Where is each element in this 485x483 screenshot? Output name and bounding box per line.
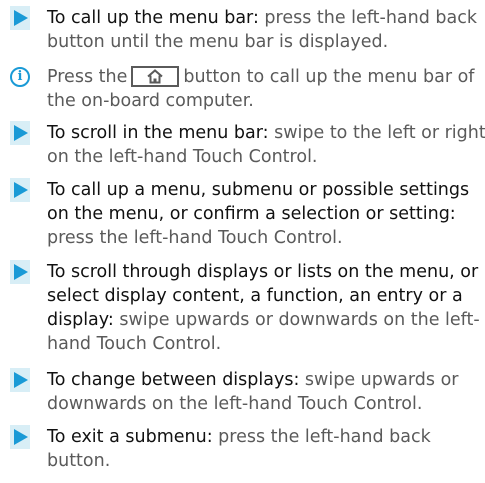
step-marker bbox=[10, 178, 30, 202]
triangle-arrow-icon bbox=[14, 372, 28, 388]
step-marker bbox=[10, 425, 30, 449]
instruction-step: To scroll in the menu bar: swipe to the … bbox=[10, 121, 485, 169]
instruction-step: To call up a menu, submenu or possible s… bbox=[10, 178, 485, 250]
triangle-arrow-icon bbox=[14, 10, 28, 26]
step-lead: To call up a menu, submenu or possible s… bbox=[47, 180, 470, 224]
note-text-before: Press the bbox=[47, 67, 128, 87]
triangle-arrow-icon bbox=[14, 264, 28, 280]
home-icon bbox=[147, 69, 163, 84]
instruction-step: To exit a submenu: press the left-hand b… bbox=[10, 425, 477, 473]
triangle-arrow-icon bbox=[14, 429, 28, 445]
step-lead: To call up the menu bar: bbox=[47, 8, 259, 28]
step-lead: To exit a submenu: bbox=[47, 427, 213, 447]
step-lead: To scroll in the menu bar: bbox=[47, 123, 269, 143]
instruction-step: To change between displays: swipe upward… bbox=[10, 368, 485, 416]
triangle-arrow-icon bbox=[14, 125, 28, 141]
instruction-step: To call up the menu bar: press the left-… bbox=[10, 6, 485, 54]
step-text: press the left-hand Touch Control. bbox=[47, 228, 343, 248]
home-key bbox=[131, 66, 180, 87]
info-note: i Press the button to call up the menu ba… bbox=[10, 65, 485, 113]
step-marker bbox=[10, 6, 30, 30]
instruction-step: To scroll through displays or lists on t… bbox=[10, 260, 485, 356]
triangle-arrow-icon bbox=[14, 182, 28, 198]
info-icon: i bbox=[10, 67, 30, 87]
step-marker bbox=[10, 121, 30, 145]
step-marker bbox=[10, 368, 30, 392]
step-lead: To change between displays: bbox=[47, 370, 300, 390]
step-marker bbox=[10, 260, 30, 284]
